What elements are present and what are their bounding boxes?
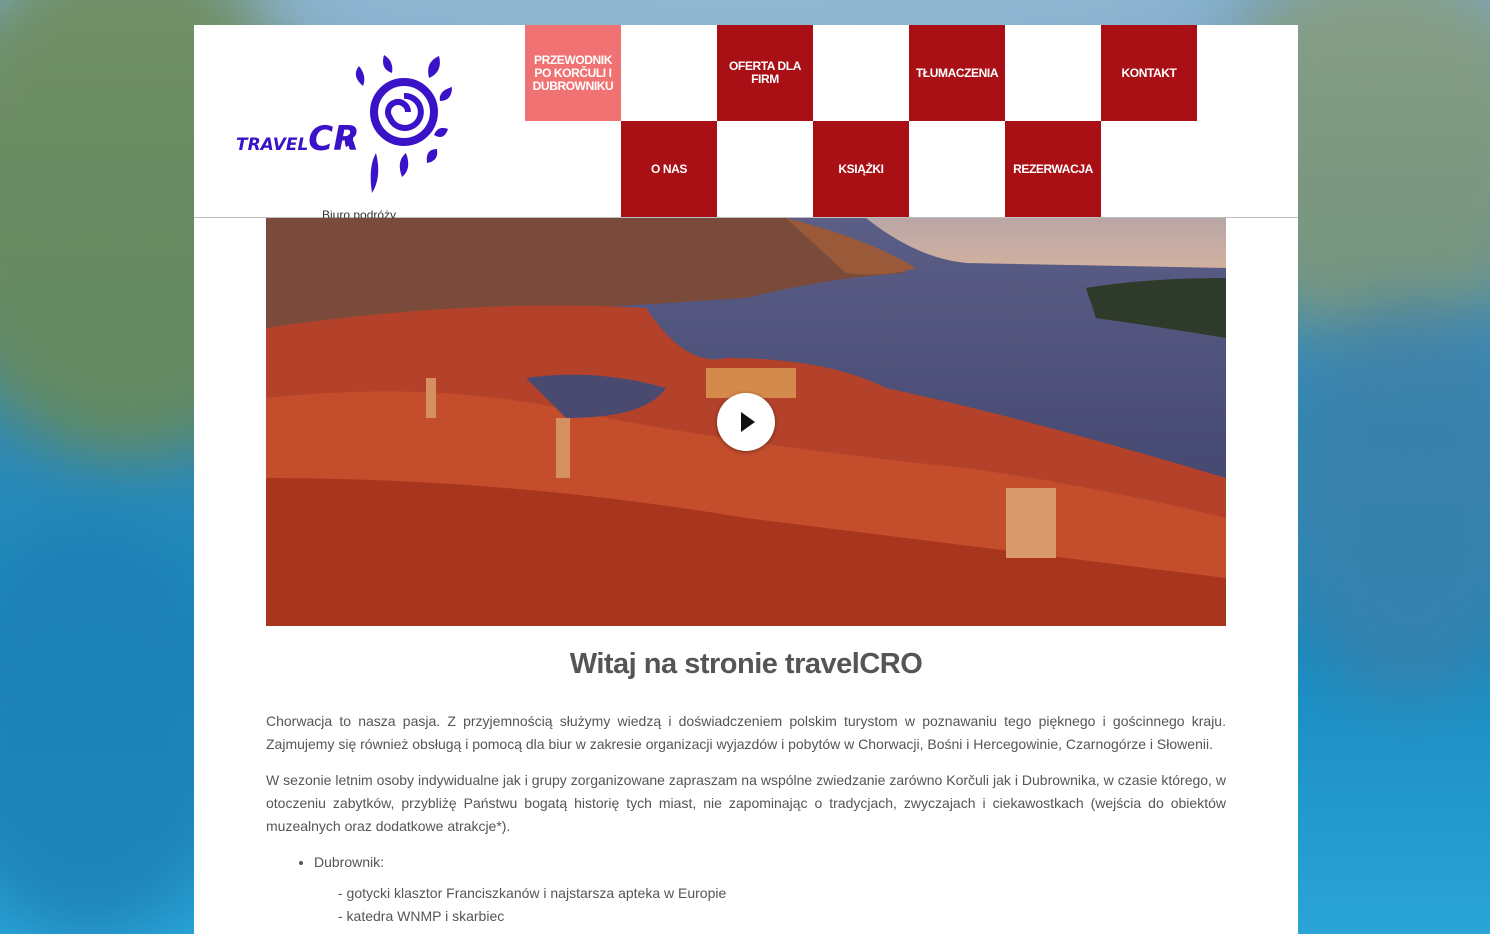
page-title: Witaj na stronie travelCRO (569, 648, 923, 680)
main-content: Chorwacja to nasza pasja. Z przyjemności… (266, 710, 1226, 928)
nav-kontakt[interactable]: KONTAKT (1101, 25, 1197, 121)
season-paragraph: W sezonie letnim osoby indywidualne jak … (266, 772, 1226, 834)
play-button[interactable] (717, 393, 775, 451)
sub-item: - katedra WNMP i skarbiec (338, 908, 505, 924)
list-item-dubrownik: Dubrownik: (314, 851, 1226, 874)
attractions-list: Dubrownik: (266, 851, 1226, 874)
nav-oferta-dla-firm[interactable]: OFERTA DLA FIRM (717, 25, 813, 121)
site-header: TRAVELCR Biuro podróży PRZEWODNIK PO KOR… (194, 25, 1298, 222)
page-container: TRAVELCR Biuro podróży PRZEWODNIK PO KOR… (194, 25, 1298, 934)
site-logo[interactable]: TRAVELCR Biuro podróży (234, 51, 474, 222)
dubrownik-sublist: - gotycki klasztor Franciszkanów i najst… (290, 882, 1226, 928)
hero-video[interactable] (266, 218, 1226, 626)
nav-ksiazki[interactable]: KSIĄŻKI (813, 121, 909, 217)
sub-item: - gotycki klasztor Franciszkanów i najst… (338, 885, 727, 901)
nav-przewodnik[interactable]: PRZEWODNIK PO KORČULI I DUBROWNIKU (525, 25, 621, 121)
nav-o-nas[interactable]: O NAS (621, 121, 717, 217)
nav-rezerwacja[interactable]: REZERWACJA (1005, 121, 1101, 217)
nav-tlumaczenia[interactable]: TŁUMACZENIA (909, 25, 1005, 121)
intro-paragraph: Chorwacja to nasza pasja. Z przyjemności… (266, 713, 1226, 752)
logo-wordmark: TRAVELCR (236, 119, 360, 159)
